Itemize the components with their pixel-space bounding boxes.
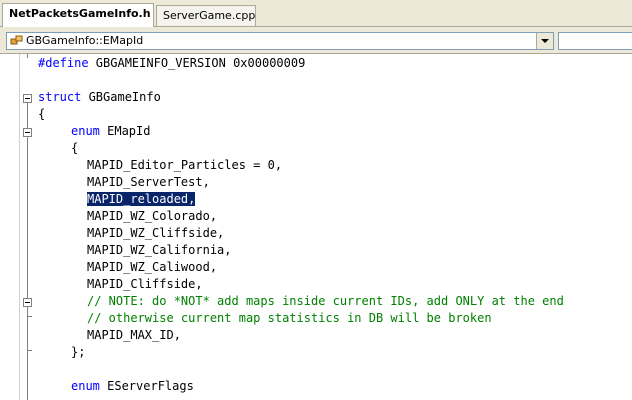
outline-guide <box>27 103 28 400</box>
class-icon <box>10 35 23 45</box>
code-line: MAPID_WZ_Colorado, <box>87 209 218 223</box>
code-line: enum EMapId <box>71 124 151 138</box>
tab-servergame-cpp[interactable]: ServerGame.cpp <box>156 5 256 26</box>
code-line: MAPID_MAX_ID, <box>87 328 181 342</box>
code-line: MAPID_Cliffside, <box>87 277 203 291</box>
code-line: MAPID_WZ_Caliwood, <box>87 260 218 274</box>
chevron-down-icon <box>541 39 549 43</box>
collapse-comment-icon[interactable] <box>23 298 32 307</box>
code-line: enum EServerFlags <box>71 379 194 393</box>
scope-combo-value: GBGameInfo::EMapId <box>26 34 144 47</box>
member-combo[interactable] <box>558 32 632 50</box>
code-line: MAPID_Editor_Particles = 0, <box>87 158 283 172</box>
code-line: struct GBGameInfo <box>38 90 161 104</box>
code-editor[interactable]: #define GBGAMEINFO_VERSION 0x00000009 st… <box>0 53 632 400</box>
code-comment: // otherwise current map statistics in D… <box>87 311 492 325</box>
code-line: MAPID_ServerTest, <box>87 175 210 189</box>
text-selection: MAPID_reloaded, <box>87 192 196 206</box>
editor-margin <box>0 54 18 400</box>
margin-separator <box>19 54 20 400</box>
outline-end-marker <box>27 316 32 317</box>
navigation-bar: GBGameInfo::EMapId <box>0 27 632 53</box>
scope-combo-dropdown-button[interactable] <box>536 33 553 49</box>
tab-netpacketsgameinfo-h[interactable]: NetPacketsGameInfo.h <box>2 3 154 27</box>
code-line: { <box>71 141 79 155</box>
code-line: }; <box>71 345 86 359</box>
code-line: MAPID_WZ_Cliffside, <box>87 226 225 240</box>
code-comment: // NOTE: do *NOT* add maps inside curren… <box>87 294 564 308</box>
outline-guide <box>27 54 28 58</box>
collapse-enum-emapid-icon[interactable] <box>23 128 32 137</box>
document-tab-strip: NetPacketsGameInfo.h ServerGame.cpp <box>0 0 632 27</box>
outline-end-marker <box>27 350 32 351</box>
code-line-selected: MAPID_reloaded, <box>87 191 196 208</box>
code-line: #define GBGAMEINFO_VERSION 0x00000009 <box>38 56 306 70</box>
code-line: { <box>38 107 46 121</box>
scope-combo[interactable]: GBGameInfo::EMapId <box>6 32 554 50</box>
code-line: MAPID_WZ_California, <box>87 243 232 257</box>
collapse-struct-icon[interactable] <box>23 94 32 103</box>
